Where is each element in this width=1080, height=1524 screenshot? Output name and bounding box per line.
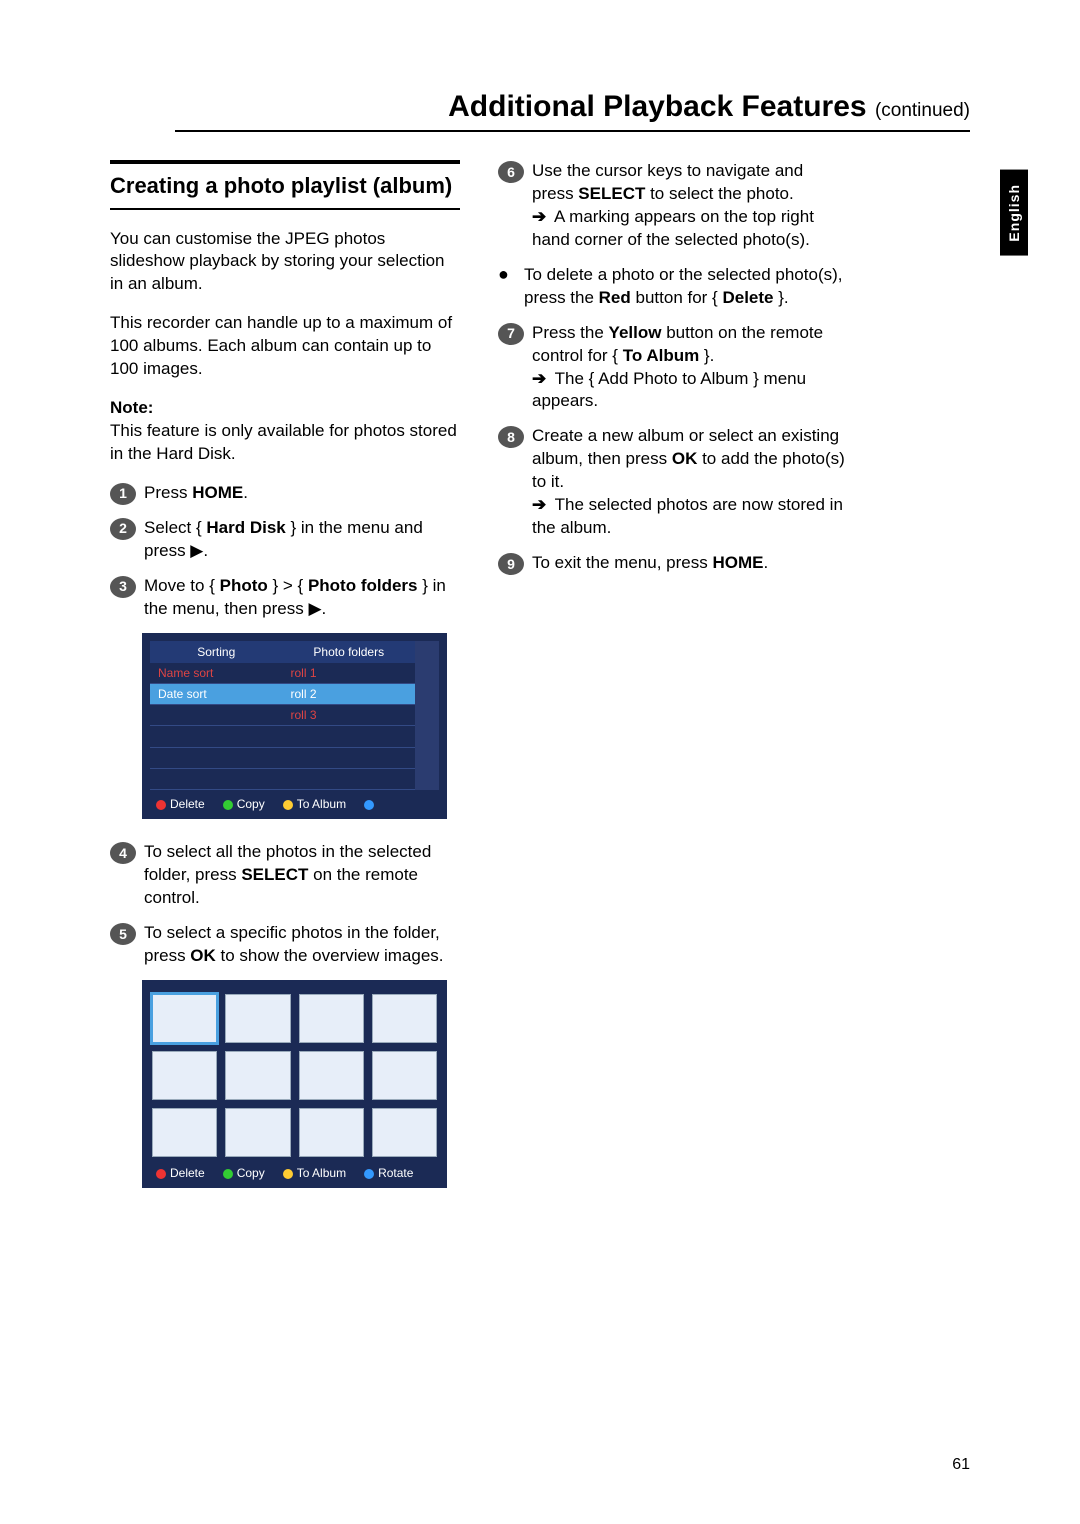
step-5: 5 To select a specific photos in the fol… xyxy=(110,922,460,968)
step-body: To select a specific photos in the folde… xyxy=(144,922,460,968)
blue-dot-icon xyxy=(364,1169,374,1179)
yellow-dot-icon xyxy=(283,800,293,810)
step-number-icon: 3 xyxy=(110,576,136,598)
photo-thumbnail[interactable] xyxy=(225,1108,290,1157)
red-dot-icon xyxy=(156,800,166,810)
photo-folders-panel: Sorting Name sort Date sort Photo folder… xyxy=(142,633,447,820)
photo-thumbnail[interactable] xyxy=(299,1108,364,1157)
step-body: To exit the menu, press HOME. xyxy=(532,552,848,575)
page-number: 61 xyxy=(952,1456,970,1474)
step-number-icon: 7 xyxy=(498,323,524,345)
note-text: This feature is only available for photo… xyxy=(110,421,457,463)
note-block: Note: This feature is only available for… xyxy=(110,397,460,466)
step-9: 9 To exit the menu, press HOME. xyxy=(498,552,848,575)
step-body: Create a new album or select an existing… xyxy=(532,425,848,540)
copy-action[interactable]: Copy xyxy=(223,1165,265,1181)
page-title: Additional Playback Features (continued) xyxy=(175,90,970,132)
list-item xyxy=(150,769,283,790)
arrow-icon: ➔ xyxy=(532,206,546,229)
delete-action[interactable]: Delete xyxy=(156,796,205,812)
step-body: Move to { Photo } > { Photo folders } in… xyxy=(144,575,460,621)
note-label: Note: xyxy=(110,398,153,417)
language-tab: English xyxy=(1000,170,1028,256)
list-item[interactable]: roll 2 xyxy=(283,684,416,705)
folders-column: Photo folders roll 1 roll 2 roll 3 xyxy=(283,641,416,790)
list-item xyxy=(283,748,416,769)
thumbnails-panel: Delete Copy To Album Rotate xyxy=(142,980,447,1188)
photo-thumbnail[interactable] xyxy=(299,1051,364,1100)
step-3: 3 Move to { Photo } > { Photo folders } … xyxy=(110,575,460,621)
intro-para-1: You can customise the JPEG photos slides… xyxy=(110,228,460,297)
list-item xyxy=(150,705,283,726)
right-column: 6 Use the cursor keys to navigate and pr… xyxy=(498,160,848,1210)
step-1: 1 Press HOME. xyxy=(110,482,460,505)
step-number-icon: 6 xyxy=(498,161,524,183)
bullet-body: To delete a photo or the selected photo(… xyxy=(524,264,848,310)
step-number-icon: 2 xyxy=(110,518,136,540)
step-number-icon: 5 xyxy=(110,923,136,945)
photo-thumbnail[interactable] xyxy=(372,1051,437,1100)
photo-thumbnail[interactable] xyxy=(152,1108,217,1157)
step-body: Press the Yellow button on the remote co… xyxy=(532,322,848,414)
scroll-indicator[interactable] xyxy=(415,641,439,790)
delete-action[interactable]: Delete xyxy=(156,1165,205,1181)
list-item[interactable]: Date sort xyxy=(150,684,283,705)
red-dot-icon xyxy=(156,1169,166,1179)
photo-thumbnail[interactable] xyxy=(152,994,217,1043)
photo-thumbnail[interactable] xyxy=(225,1051,290,1100)
left-column: Creating a photo playlist (album) You ca… xyxy=(110,160,460,1210)
step-body: Select { Hard Disk } in the menu and pre… xyxy=(144,517,460,563)
blue-dot-icon xyxy=(364,800,374,810)
photo-thumbnail[interactable] xyxy=(372,994,437,1043)
play-icon: ▶ xyxy=(308,599,321,618)
intro-para-2: This recorder can handle up to a maximum… xyxy=(110,312,460,381)
list-item xyxy=(150,726,283,747)
panel-footer: Delete Copy To Album xyxy=(150,790,439,814)
list-item[interactable]: roll 1 xyxy=(283,663,416,684)
green-dot-icon xyxy=(223,1169,233,1179)
list-item[interactable]: Name sort xyxy=(150,663,283,684)
list-item[interactable]: roll 3 xyxy=(283,705,416,726)
arrow-icon: ➔ xyxy=(532,494,546,517)
delete-note: ● To delete a photo or the selected phot… xyxy=(498,264,848,310)
green-dot-icon xyxy=(223,800,233,810)
step-number-icon: 8 xyxy=(498,426,524,448)
play-icon: ▶ xyxy=(190,541,203,560)
list-item xyxy=(283,769,416,790)
photo-thumbnail[interactable] xyxy=(225,994,290,1043)
step-body: To select all the photos in the selected… xyxy=(144,841,460,910)
bullet-icon: ● xyxy=(498,264,524,310)
step-7: 7 Press the Yellow button on the remote … xyxy=(498,322,848,414)
step-2: 2 Select { Hard Disk } in the menu and p… xyxy=(110,517,460,563)
step-8: 8 Create a new album or select an existi… xyxy=(498,425,848,540)
arrow-icon: ➔ xyxy=(532,368,546,391)
copy-action[interactable]: Copy xyxy=(223,796,265,812)
step-body: Press HOME. xyxy=(144,482,460,505)
step-4: 4 To select all the photos in the select… xyxy=(110,841,460,910)
content-columns: Creating a photo playlist (album) You ca… xyxy=(110,160,970,1210)
panel-footer: Delete Copy To Album Rotate xyxy=(150,1159,439,1183)
step-number-icon: 4 xyxy=(110,842,136,864)
page-title-main: Additional Playback Features xyxy=(448,90,875,123)
to-album-action[interactable]: To Album xyxy=(283,1165,346,1181)
step-body: Use the cursor keys to navigate and pres… xyxy=(532,160,848,252)
photo-thumbnail[interactable] xyxy=(299,994,364,1043)
column-header: Sorting xyxy=(150,641,283,663)
list-item xyxy=(150,748,283,769)
page-title-sub: (continued) xyxy=(875,100,970,121)
step-6: 6 Use the cursor keys to navigate and pr… xyxy=(498,160,848,252)
section-heading: Creating a photo playlist (album) xyxy=(110,160,460,210)
column-header: Photo folders xyxy=(283,641,416,663)
to-album-action[interactable]: To Album xyxy=(283,796,346,812)
photo-thumbnail[interactable] xyxy=(372,1108,437,1157)
rotate-action[interactable]: Rotate xyxy=(364,1165,413,1181)
photo-thumbnail[interactable] xyxy=(152,1051,217,1100)
thumbnail-grid xyxy=(150,988,439,1159)
yellow-dot-icon xyxy=(283,1169,293,1179)
list-item xyxy=(283,726,416,747)
step-number-icon: 1 xyxy=(110,483,136,505)
sorting-column: Sorting Name sort Date sort xyxy=(150,641,283,790)
step-number-icon: 9 xyxy=(498,553,524,575)
blank-action xyxy=(364,796,378,812)
